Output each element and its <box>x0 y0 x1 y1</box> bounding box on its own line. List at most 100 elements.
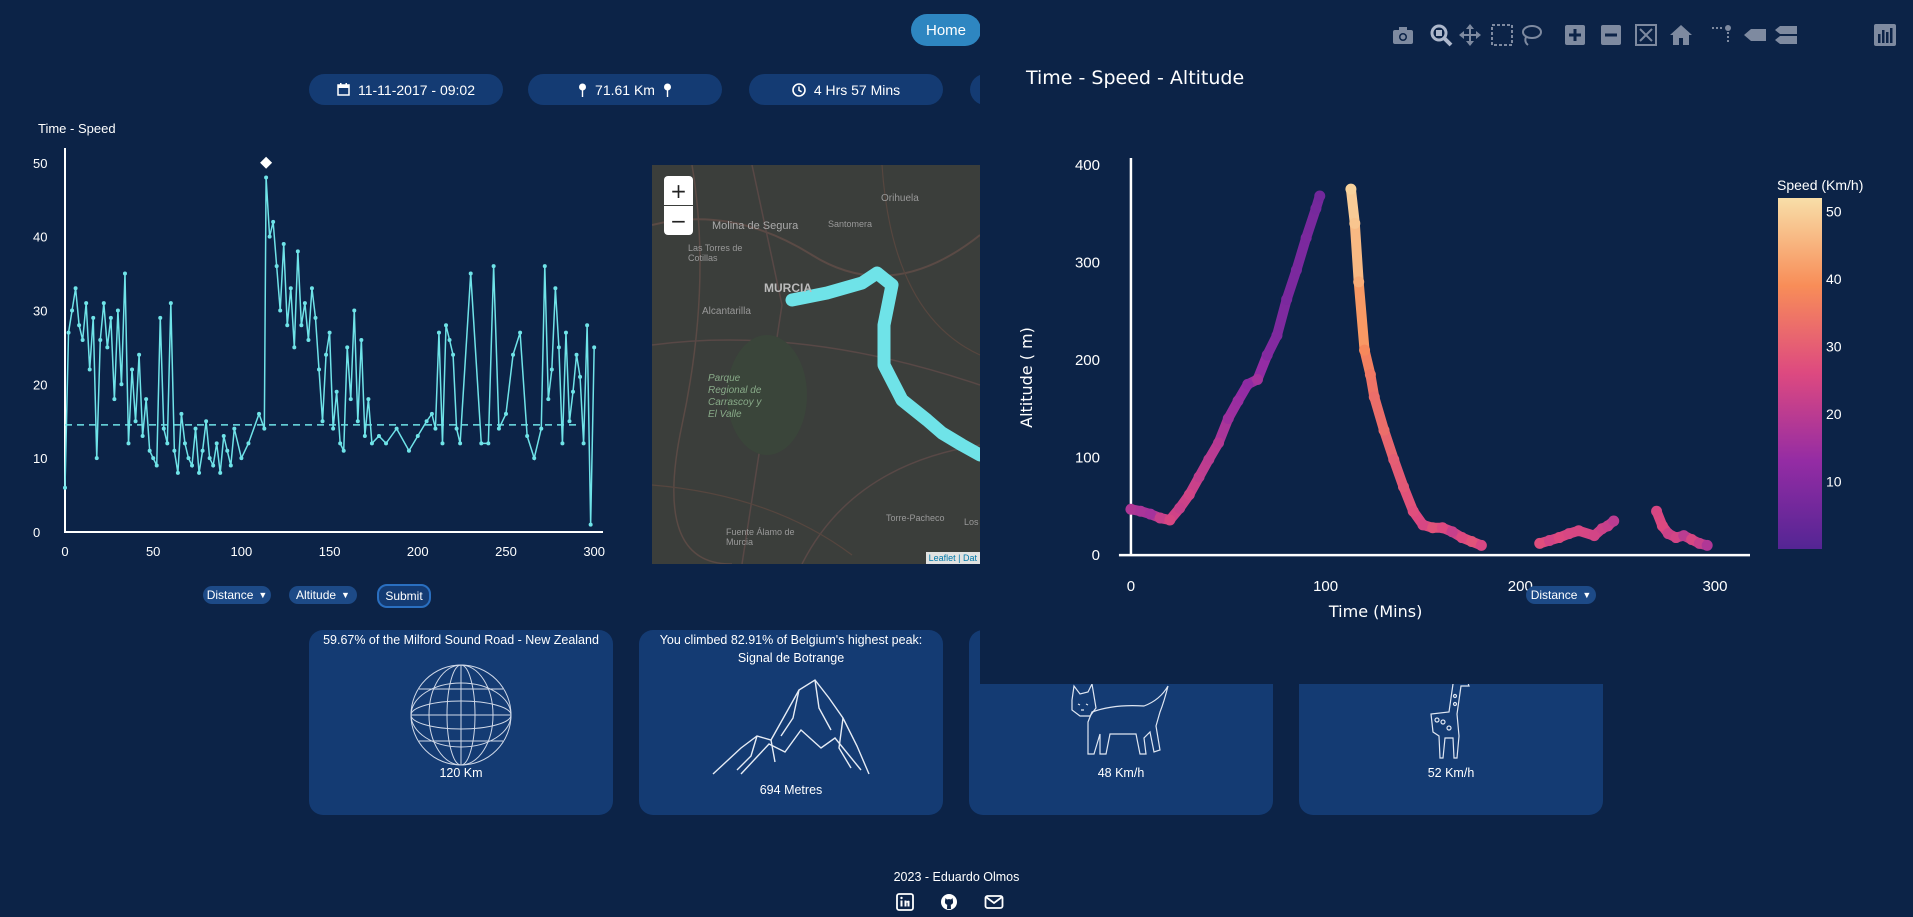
data-point <box>468 271 473 276</box>
data-point <box>556 345 561 350</box>
map-label: Las Torres de Cotillas <box>688 243 743 263</box>
data-point <box>574 352 579 357</box>
y-tick-label: 20 <box>33 377 47 392</box>
map-label: Alcantarilla <box>702 306 751 317</box>
data-point <box>553 286 558 291</box>
scatter-trace-segment <box>1349 218 1364 287</box>
data-point <box>190 463 195 468</box>
data-point <box>115 308 120 313</box>
time-speed-chart[interactable]: Time - Speed 0 50 100 150 200 250 300 0 10 20 30 40 5… <box>0 118 620 568</box>
calendar-icon <box>337 83 350 96</box>
x-tick-label: 50 <box>146 544 160 559</box>
data-point <box>511 352 516 357</box>
data-point <box>440 441 445 446</box>
data-point <box>80 338 85 342</box>
data-point <box>1543 534 1555 546</box>
data-point <box>1466 535 1478 547</box>
linkedin-icon[interactable] <box>896 893 914 911</box>
data-point <box>503 411 508 416</box>
overlay-axis-select[interactable]: Distance ▼ <box>1526 586 1596 604</box>
data-point <box>105 345 110 350</box>
submit-button[interactable]: Submit <box>377 584 431 608</box>
data-point <box>165 441 170 446</box>
data-point <box>1436 522 1448 534</box>
zoom-out-button[interactable]: − <box>664 206 693 235</box>
data-point <box>525 434 530 438</box>
y-tick-label: 40 <box>33 230 47 245</box>
mail-icon[interactable] <box>984 893 1004 911</box>
x-tick-label: 250 <box>495 544 517 559</box>
pin-icon <box>663 83 671 97</box>
mountain-icon <box>712 679 870 775</box>
x-axis-select[interactable]: Distance ▼ <box>203 586 271 604</box>
data-point <box>578 374 583 379</box>
x-tick-label: 200 <box>407 544 429 559</box>
data-point <box>1353 276 1365 288</box>
route-map[interactable]: Orihuela Molina de Segura Santomera Las … <box>652 165 980 564</box>
data-point <box>429 411 434 416</box>
y-axis-label: Altitude ( m) <box>1017 327 1036 428</box>
date-value: 11-11-2017 - 09:02 <box>357 81 475 98</box>
data-point <box>306 338 311 342</box>
data-point <box>334 389 339 394</box>
data-point <box>228 463 233 468</box>
data-point <box>571 389 576 394</box>
data-point <box>1154 512 1166 524</box>
y-axis-select[interactable]: Altitude ▼ <box>289 586 357 604</box>
data-point <box>1193 471 1205 483</box>
data-point <box>415 434 420 438</box>
x-tick-label: 0 <box>1127 578 1135 595</box>
zoom-in-button[interactable]: + <box>664 176 693 205</box>
time-speed-altitude-chart[interactable]: Time - Speed - Altitude0 100 200 3000100200… <box>980 0 1913 684</box>
data-point <box>563 330 568 335</box>
data-point <box>1407 505 1419 517</box>
data-point <box>73 286 78 291</box>
data-point <box>1125 503 1137 515</box>
data-point <box>1388 453 1400 465</box>
data-point <box>1345 183 1357 195</box>
map-label: Orihuela <box>881 193 919 204</box>
data-point <box>295 249 300 254</box>
x-tick-label: 100 <box>1313 578 1338 595</box>
data-point <box>204 419 209 424</box>
y-tick-label: 0 <box>33 525 40 540</box>
data-point <box>433 426 438 431</box>
data-point <box>101 301 106 306</box>
card-title: You climbed 82.91% of Belgium's highest … <box>659 633 923 665</box>
data-point <box>585 323 590 328</box>
data-point <box>451 352 456 357</box>
data-point <box>320 419 325 424</box>
data-point <box>1222 412 1234 424</box>
data-point <box>324 352 329 357</box>
colorbar-tick-label: 40 <box>1826 271 1842 287</box>
data-point <box>63 485 67 490</box>
data-point <box>447 338 452 342</box>
data-point <box>1174 502 1186 514</box>
github-icon[interactable] <box>940 893 958 911</box>
x-tick-label: 300 <box>583 544 605 559</box>
data-point <box>355 419 360 424</box>
data-point <box>288 286 293 291</box>
data-point <box>77 323 82 328</box>
data-point <box>1456 532 1468 544</box>
data-point <box>454 426 459 431</box>
data-point <box>496 426 501 431</box>
data-point <box>549 367 554 372</box>
map-attribution[interactable]: Leaflet | Dat <box>925 552 980 564</box>
data-point <box>292 345 297 350</box>
duration-pill: 4 Hrs 57 Mins <box>749 74 943 105</box>
chevron-down-icon: ▼ <box>258 590 268 600</box>
colorbar-tick-label: 50 <box>1826 204 1842 220</box>
globe-icon <box>410 664 512 766</box>
max-speed-marker <box>260 156 273 169</box>
home-button[interactable]: Home <box>911 14 981 46</box>
data-point <box>567 419 572 424</box>
y-tick-label: 10 <box>33 451 47 466</box>
data-point <box>1271 330 1283 342</box>
data-point <box>302 301 307 306</box>
y-tick-label: 50 <box>33 156 47 171</box>
data-point <box>122 271 127 276</box>
data-point <box>376 434 381 438</box>
data-point <box>341 448 346 453</box>
data-point <box>394 426 399 431</box>
